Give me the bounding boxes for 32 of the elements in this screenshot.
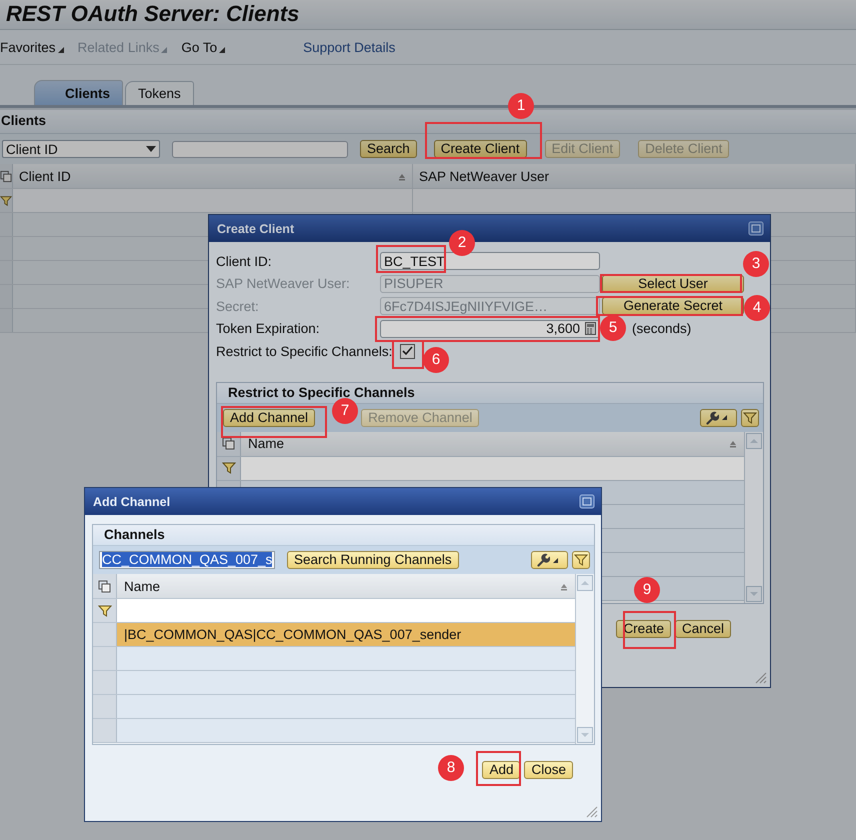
menu-item[interactable]: Favorites xyxy=(0,40,64,54)
unit-label: (seconds) xyxy=(632,321,692,336)
support-link[interactable]: Support Details xyxy=(303,40,396,54)
search-field[interactable]: CC_COMMON_QAS_007_s xyxy=(99,551,275,569)
field-label: Restrict to Specific Channels: xyxy=(216,344,392,359)
field-label: Client ID: xyxy=(216,254,273,269)
button[interactable]: Cancel xyxy=(674,620,731,638)
tab[interactable]: Clients xyxy=(34,80,124,105)
panel-title: Channels xyxy=(93,525,594,546)
page-title: REST OAuth Server: Clients xyxy=(0,0,856,30)
button[interactable]: Add xyxy=(482,761,520,779)
button[interactable]: Close xyxy=(524,761,573,779)
column-header[interactable]: Name xyxy=(124,578,160,594)
field-label: Secret: xyxy=(216,298,260,314)
dialog-title: Add Channel xyxy=(93,494,170,508)
panel-title: Restrict to Specific Channels xyxy=(217,382,763,404)
menu-item[interactable]: Go To xyxy=(181,40,226,54)
button[interactable]: Add Channel xyxy=(223,408,316,426)
field-label: SAP NetWeaver User: xyxy=(216,276,351,292)
input-field[interactable]: BC_TEST xyxy=(380,252,600,270)
field-label: Token Expiration: xyxy=(216,321,321,336)
button[interactable]: Search Running Channels xyxy=(287,551,459,569)
column-header[interactable]: Client ID xyxy=(19,168,71,184)
tab[interactable]: Tokens xyxy=(125,81,194,105)
search-by-dropdown[interactable]: Client ID xyxy=(2,140,160,158)
dialog-title: Create Client xyxy=(217,222,294,236)
column-header[interactable]: SAP NetWeaver User xyxy=(419,168,550,184)
input-field[interactable]: 3,600 xyxy=(380,320,600,338)
button[interactable]: Create Client xyxy=(434,140,527,158)
column-header[interactable]: Name xyxy=(248,436,284,451)
button[interactable]: Search xyxy=(360,140,417,158)
button[interactable]: Create xyxy=(616,620,671,638)
